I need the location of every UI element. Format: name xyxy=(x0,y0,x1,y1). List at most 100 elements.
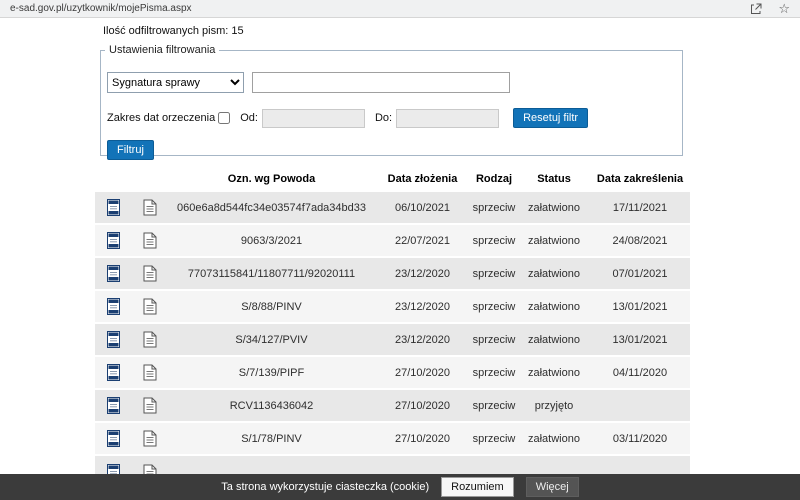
share-icon[interactable] xyxy=(750,3,762,15)
table-header-row: Ozn. wg Powoda Data złożenia Rodzaj Stat… xyxy=(95,167,690,191)
header-status: Status xyxy=(518,167,590,191)
documents-table: Ozn. wg Powoda Data złożenia Rodzaj Stat… xyxy=(95,167,690,488)
cell-data-zlozenia: 06/10/2021 xyxy=(375,191,470,224)
cell-data-zlozenia: 23/12/2020 xyxy=(375,257,470,290)
case-pdf-icon[interactable] xyxy=(107,265,120,282)
cell-icon-2 xyxy=(132,224,168,257)
date-range-label: Zakres dat orzeczenia xyxy=(107,112,215,124)
header-rodzaj: Rodzaj xyxy=(470,167,518,191)
cell-status: przyjęto xyxy=(518,389,590,422)
cell-rodzaj: sprzeciw xyxy=(470,191,518,224)
cell-icon-2 xyxy=(132,191,168,224)
cell-icon-1 xyxy=(95,224,132,257)
cell-ozn-wg-powoda: S/8/88/PINV xyxy=(168,290,375,323)
cell-icon-2 xyxy=(132,323,168,356)
cell-status: załatwiono xyxy=(518,224,590,257)
cell-rodzaj: sprzeciw xyxy=(470,290,518,323)
document-icon[interactable] xyxy=(143,430,157,447)
filter-field-select[interactable]: Sygnatura sprawy xyxy=(107,72,244,93)
cell-status: załatwiono xyxy=(518,191,590,224)
cell-ozn-wg-powoda: 9063/3/2021 xyxy=(168,224,375,257)
cookie-more-button[interactable]: Więcej xyxy=(526,477,579,497)
table-row: S/34/127/PVIV23/12/2020sprzeciwzałatwion… xyxy=(95,323,690,356)
cell-status: załatwiono xyxy=(518,323,590,356)
table-row: 77073115841/11807711/9202011123/12/2020s… xyxy=(95,257,690,290)
cell-icon-1 xyxy=(95,356,132,389)
header-icon-col-1 xyxy=(95,167,132,191)
cell-data-zakreslenia: 13/01/2021 xyxy=(590,323,690,356)
cell-rodzaj: sprzeciw xyxy=(470,356,518,389)
cell-data-zakreslenia: 13/01/2021 xyxy=(590,290,690,323)
case-pdf-icon[interactable] xyxy=(107,331,120,348)
cell-icon-1 xyxy=(95,290,132,323)
header-data-zakreslenia: Data zakreślenia xyxy=(590,167,690,191)
cell-icon-2 xyxy=(132,422,168,455)
table-row: S/8/88/PINV23/12/2020sprzeciwzałatwiono1… xyxy=(95,290,690,323)
cell-data-zlozenia: 27/10/2020 xyxy=(375,422,470,455)
cell-ozn-wg-powoda: S/34/127/PVIV xyxy=(168,323,375,356)
cell-data-zakreslenia: 17/11/2021 xyxy=(590,191,690,224)
filter-search-input[interactable] xyxy=(252,72,510,93)
case-pdf-icon[interactable] xyxy=(107,364,120,381)
cell-icon-2 xyxy=(132,389,168,422)
cell-icon-1 xyxy=(95,422,132,455)
table-row: S/1/78/PINV27/10/2020sprzeciwzałatwiono0… xyxy=(95,422,690,455)
reset-filter-button[interactable]: Resetuj filtr xyxy=(513,108,588,128)
bookmark-star-icon[interactable]: ☆ xyxy=(778,2,790,15)
case-pdf-icon[interactable] xyxy=(107,430,120,447)
cell-data-zlozenia: 27/10/2020 xyxy=(375,389,470,422)
cell-ozn-wg-powoda: 060e6a8d544fc34e03574f7ada34bd33 xyxy=(168,191,375,224)
date-to-label: Do: xyxy=(375,112,392,124)
cell-rodzaj: sprzeciw xyxy=(470,422,518,455)
document-icon[interactable] xyxy=(143,397,157,414)
date-from-input[interactable] xyxy=(262,109,365,128)
cell-data-zakreslenia: 07/01/2021 xyxy=(590,257,690,290)
cell-data-zlozenia: 27/10/2020 xyxy=(375,356,470,389)
cell-rodzaj: sprzeciw xyxy=(470,389,518,422)
cell-rodzaj: sprzeciw xyxy=(470,224,518,257)
filter-legend: Ustawienia filtrowania xyxy=(105,44,219,56)
cookie-bar: Ta strona wykorzystuje ciasteczka (cooki… xyxy=(0,474,800,500)
case-pdf-icon[interactable] xyxy=(107,199,120,216)
table-row: RCV113643604227/10/2020sprzeciwprzyjęto xyxy=(95,389,690,422)
document-icon[interactable] xyxy=(143,199,157,216)
filter-button[interactable]: Filtruj xyxy=(107,140,154,160)
filter-panel: Ustawienia filtrowania Sygnatura sprawy … xyxy=(100,44,683,156)
case-pdf-icon[interactable] xyxy=(107,298,120,315)
case-pdf-icon[interactable] xyxy=(107,397,120,414)
cell-status: załatwiono xyxy=(518,257,590,290)
header-icon-col-2 xyxy=(132,167,168,191)
cell-data-zlozenia: 22/07/2021 xyxy=(375,224,470,257)
date-to-input[interactable] xyxy=(396,109,499,128)
cell-ozn-wg-powoda: S/1/78/PINV xyxy=(168,422,375,455)
header-ozn-wg-powoda: Ozn. wg Powoda xyxy=(168,167,375,191)
cell-ozn-wg-powoda: RCV1136436042 xyxy=(168,389,375,422)
browser-bar: e-sad.gov.pl/uzytkownik/mojePisma.aspx ☆ xyxy=(0,0,800,18)
document-icon[interactable] xyxy=(143,232,157,249)
cell-rodzaj: sprzeciw xyxy=(470,257,518,290)
cell-icon-1 xyxy=(95,191,132,224)
document-icon[interactable] xyxy=(143,364,157,381)
case-pdf-icon[interactable] xyxy=(107,232,120,249)
cell-status: załatwiono xyxy=(518,422,590,455)
cell-status: załatwiono xyxy=(518,290,590,323)
address-url[interactable]: e-sad.gov.pl/uzytkownik/mojePisma.aspx xyxy=(10,3,192,14)
cell-status: załatwiono xyxy=(518,356,590,389)
filtered-count: Ilość odfiltrowanych pism: 15 xyxy=(103,25,244,37)
document-icon[interactable] xyxy=(143,331,157,348)
document-icon[interactable] xyxy=(143,298,157,315)
cell-data-zakreslenia xyxy=(590,389,690,422)
table-row: 060e6a8d544fc34e03574f7ada34bd3306/10/20… xyxy=(95,191,690,224)
cell-ozn-wg-powoda: S/7/139/PIPF xyxy=(168,356,375,389)
table-row: 9063/3/202122/07/2021sprzeciwzałatwiono2… xyxy=(95,224,690,257)
cell-icon-2 xyxy=(132,257,168,290)
cookie-accept-button[interactable]: Rozumiem xyxy=(441,477,514,497)
header-data-zlozenia: Data złożenia xyxy=(375,167,470,191)
filter-row-dates: Zakres dat orzeczenia Od: Do: Resetuj fi… xyxy=(107,108,588,128)
table-row: S/7/139/PIPF27/10/2020sprzeciwzałatwiono… xyxy=(95,356,690,389)
document-icon[interactable] xyxy=(143,265,157,282)
date-range-checkbox[interactable] xyxy=(218,112,230,124)
cell-icon-2 xyxy=(132,290,168,323)
cell-data-zlozenia: 23/12/2020 xyxy=(375,323,470,356)
cell-icon-2 xyxy=(132,356,168,389)
